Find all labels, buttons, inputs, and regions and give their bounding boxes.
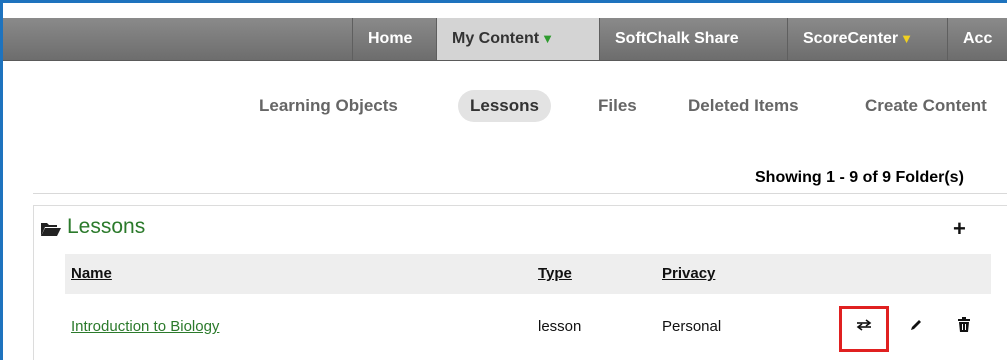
add-lesson-button[interactable]: + xyxy=(953,216,966,242)
subnav-learning-objects[interactable]: Learning Objects xyxy=(259,90,398,122)
lesson-name-link[interactable]: Introduction to Biology xyxy=(71,318,219,335)
column-header-privacy[interactable]: Privacy xyxy=(662,265,715,282)
top-navigation-bar: Home My Content ▼ SoftChalk Share ScoreCe… xyxy=(3,18,1007,61)
nav-my-content[interactable]: My Content ▼ xyxy=(436,18,599,60)
divider xyxy=(33,193,1007,194)
subnav-lessons[interactable]: Lessons xyxy=(458,90,551,122)
nav-account[interactable]: Acc xyxy=(947,18,1007,60)
folder-open-icon xyxy=(40,221,62,242)
lesson-type: lesson xyxy=(538,318,582,335)
nav-home-label: Home xyxy=(368,30,413,47)
column-header-name[interactable]: Name xyxy=(71,265,112,282)
column-header-type[interactable]: Type xyxy=(538,265,572,282)
nav-my-content-label: My Content xyxy=(452,30,540,47)
edit-pencil-icon[interactable] xyxy=(906,314,926,336)
panel-title: Lessons xyxy=(67,215,146,238)
highlight-box xyxy=(839,306,889,352)
caret-down-icon: ▼ xyxy=(541,31,554,46)
subnav-deleted-items[interactable]: Deleted Items xyxy=(688,90,799,122)
nav-scorecenter-label: ScoreCenter xyxy=(803,30,899,47)
nav-softchalk-share-label: SoftChalk Share xyxy=(615,30,739,47)
subnav-create-content[interactable]: Create Content xyxy=(865,90,987,122)
table-header-row xyxy=(65,254,991,294)
subnav-files[interactable]: Files xyxy=(598,90,637,122)
delete-trash-icon[interactable] xyxy=(954,314,974,336)
lesson-privacy: Personal xyxy=(662,318,722,335)
nav-home[interactable]: Home xyxy=(352,18,436,60)
caret-down-icon: ▼ xyxy=(900,31,914,46)
showing-count: Showing 1 - 9 of 9 Folder(s) xyxy=(755,169,964,186)
nav-softchalk-share[interactable]: SoftChalk Share xyxy=(599,18,787,60)
nav-account-label: Acc xyxy=(963,30,993,47)
nav-scorecenter[interactable]: ScoreCenter ▼ xyxy=(787,18,947,60)
app-frame: Home My Content ▼ SoftChalk Share ScoreCe… xyxy=(0,0,1007,360)
